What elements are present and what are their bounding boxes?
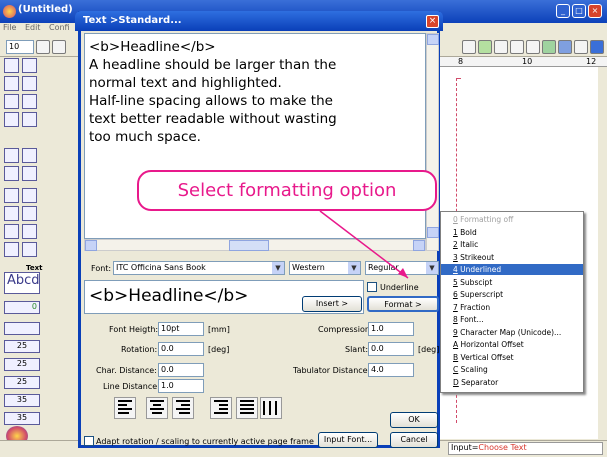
format-menu-item[interactable]: C Scaling [441,364,583,375]
format-menu-item[interactable]: 7 Fraction [441,302,583,313]
menu-item-label: Separator [458,377,499,387]
menu-item-label: Subscipt [457,277,493,287]
format-menu-item[interactable]: 2 Italic [441,239,583,250]
format-menu-item[interactable]: B Vertical Offset [441,352,583,363]
format-menu-item[interactable]: 3 Strikeout [441,252,583,263]
format-menu-item: 0 Formatting off [441,214,583,225]
menu-item-label: Superscript [457,290,504,299]
menu-item-label: Scaling [458,365,488,374]
menu-item-label: Vertical Offset [458,352,514,362]
format-menu-item[interactable]: 8 Font... [441,314,583,325]
format-menu: 0 Formatting off 1 Bold 2 Italic 3 Strikeou… [440,211,584,393]
menu-item-label: Strikeout [457,252,495,262]
menu-item-label: Underlined [457,265,502,274]
format-menu-item[interactable]: 1 Bold [441,227,583,238]
format-menu-item[interactable]: 5 Subscipt [441,277,583,288]
format-menu-item[interactable]: 6 Superscript [441,289,583,300]
menu-item-label: Horizontal Offset [458,340,524,349]
format-menu-item[interactable]: D Separator [441,377,583,388]
menu-item-label: Formatting off [457,215,514,224]
menu-item-label: Fraction [457,302,491,312]
menu-item-label: Character Map (Unicode)... [457,327,562,337]
menu-item-label: Font... [457,315,484,324]
format-menu-item[interactable]: 4 Underlined [441,264,583,275]
format-menu-item[interactable]: 9 Character Map (Unicode)... [441,327,583,338]
menu-item-label: Bold [457,227,477,237]
menu-item-label: Italic [457,240,479,249]
format-menu-item[interactable]: A Horizontal Offset [441,339,583,350]
